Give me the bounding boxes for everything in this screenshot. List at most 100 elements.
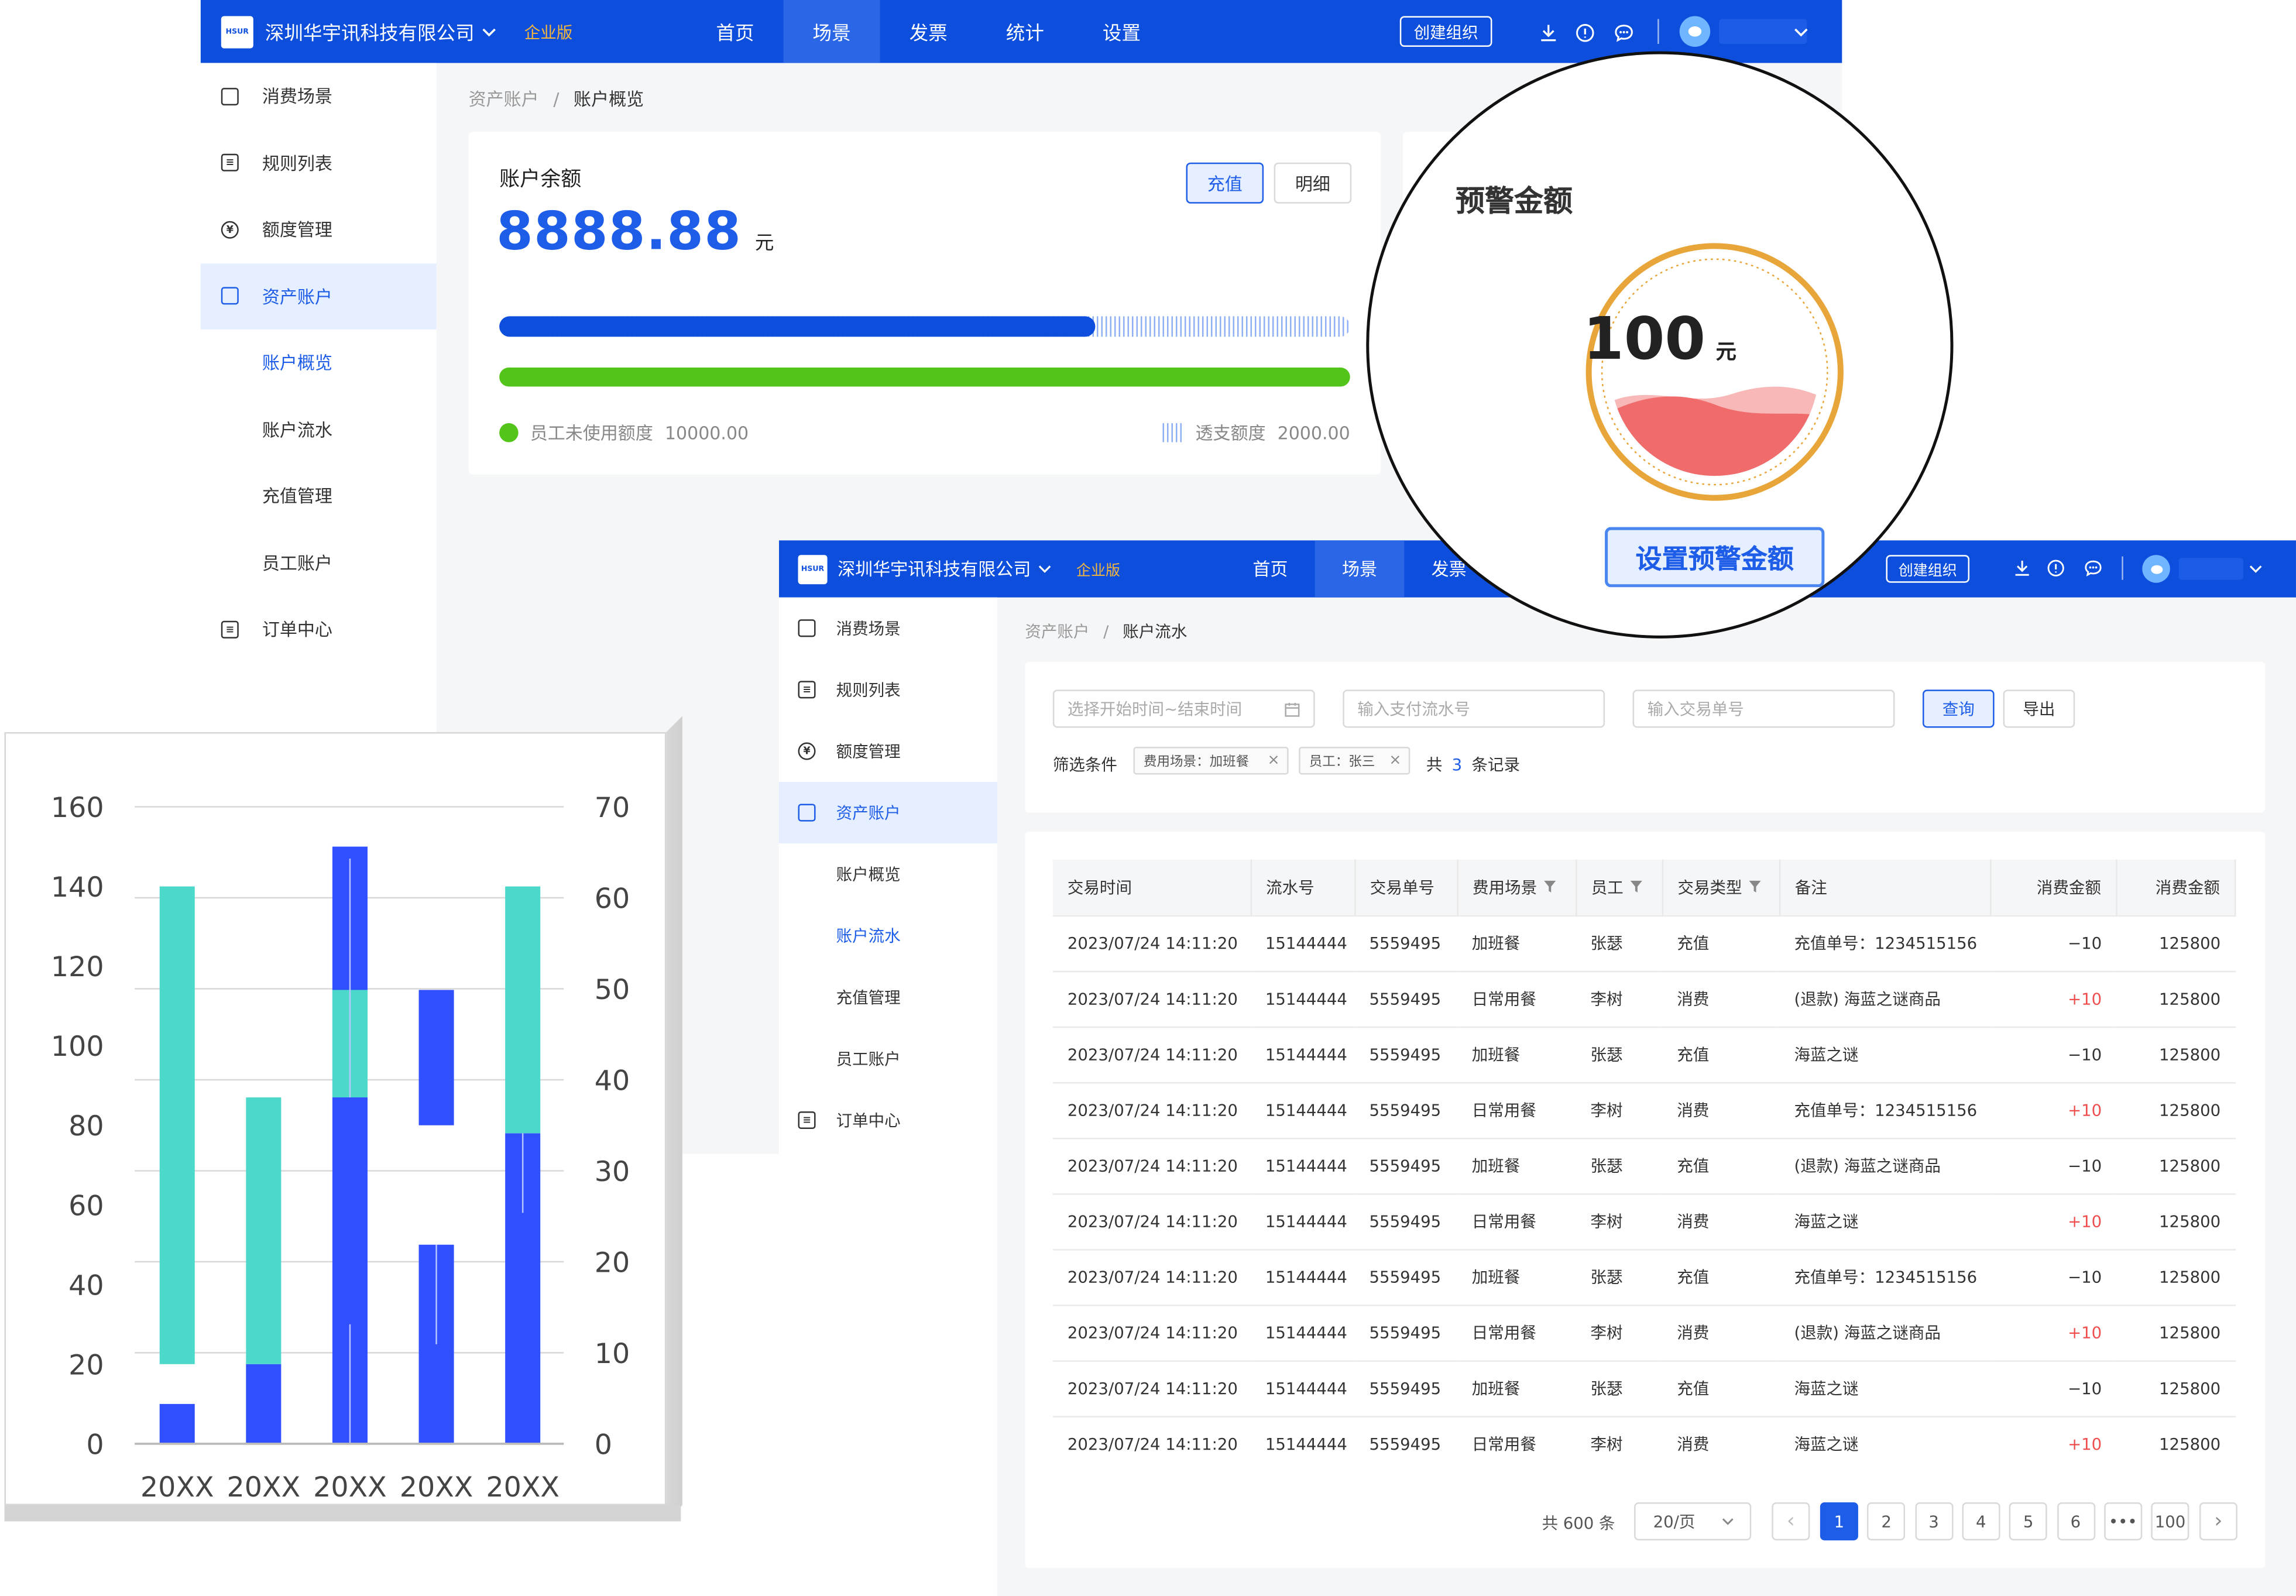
table-header-label: 交易单号 bbox=[1370, 878, 1434, 898]
sidebar-subitem[interactable]: 充值管理 bbox=[779, 966, 997, 1028]
sidebar-label: 订单中心 bbox=[262, 619, 332, 640]
sidebar-item[interactable]: ≡ 订单中心 bbox=[779, 1089, 997, 1151]
unused-quota-value: 10000.00 bbox=[664, 422, 749, 443]
create-org-button[interactable]: 创建组织 bbox=[1399, 16, 1492, 47]
list-icon: ≡ bbox=[221, 154, 239, 172]
company-switcher[interactable]: 深圳华宇讯科技有限公司 bbox=[838, 557, 1053, 582]
pay-serial-input[interactable]: 输入支付流水号 bbox=[1343, 689, 1605, 728]
message-icon[interactable] bbox=[2082, 558, 2103, 578]
table-header-cell: 交易类型 bbox=[1662, 859, 1780, 915]
message-icon[interactable] bbox=[1612, 20, 1636, 44]
sidebar-subitem[interactable]: 账户概览 bbox=[779, 843, 997, 905]
sidebar-subitem[interactable]: 员工账户 bbox=[779, 1028, 997, 1089]
page-number-button[interactable]: 4 bbox=[1962, 1502, 2000, 1540]
table-row[interactable]: 2023/07/24 14:11:20 15144444 5559495 日常用餐 李树… bbox=[1052, 1303, 2236, 1361]
nav-item[interactable]: 场景 bbox=[783, 0, 880, 63]
table-header-cell: 消费金额 bbox=[2116, 859, 2236, 915]
sidebar-subitem[interactable]: 账户流水 bbox=[779, 905, 997, 966]
table-row[interactable]: 2023/07/24 14:11:20 15144444 5559495 日常用餐 李树… bbox=[1052, 970, 2236, 1027]
table-cell: 海蓝之谜 bbox=[1779, 1360, 1990, 1416]
x-axis-tick-label: 20XX bbox=[227, 1471, 301, 1504]
sidebar-item[interactable]: ≡ 规则列表 bbox=[201, 129, 437, 196]
table-cell: 5559495 bbox=[1354, 1360, 1457, 1416]
filter-funnel-icon[interactable] bbox=[1748, 880, 1762, 893]
sidebar-subitem[interactable]: 充值管理 bbox=[201, 463, 437, 530]
download-icon[interactable] bbox=[2012, 558, 2033, 578]
breadcrumb-parent[interactable]: 资产账户 bbox=[1025, 622, 1089, 641]
balance-amount: 8888.88 bbox=[496, 202, 742, 262]
page-number-button[interactable]: 5 bbox=[2009, 1502, 2048, 1540]
table-row[interactable]: 2023/07/24 14:11:20 15144444 5559495 加班餐 张瑟充… bbox=[1052, 914, 2236, 971]
filter-funnel-icon[interactable] bbox=[1629, 880, 1643, 893]
export-button[interactable]: 导出 bbox=[2003, 689, 2075, 728]
page-number-button[interactable]: ••• bbox=[2103, 1502, 2142, 1540]
sidebar-item[interactable]: ¥ 额度管理 bbox=[201, 196, 437, 263]
detail-button[interactable]: 明细 bbox=[1274, 162, 1352, 204]
company-switcher[interactable]: 深圳华宇讯科技有限公司 bbox=[265, 18, 498, 46]
table-row[interactable]: 2023/07/24 14:11:20 15144444 5559495 日常用餐 李树… bbox=[1052, 1081, 2236, 1138]
create-org-button[interactable]: 创建组织 bbox=[1886, 555, 1970, 583]
sidebar-item[interactable]: 消费场景 bbox=[779, 598, 997, 659]
unused-quota-bar bbox=[499, 367, 1350, 387]
info-icon[interactable] bbox=[1573, 20, 1596, 44]
sidebar-item[interactable]: 消费场景 bbox=[201, 63, 437, 130]
sidebar-item[interactable]: 资产账户 bbox=[200, 263, 437, 330]
company-logo: HSUR bbox=[221, 15, 253, 48]
page-number-button[interactable]: 3 bbox=[1914, 1502, 1953, 1540]
close-icon[interactable]: × bbox=[1268, 753, 1280, 769]
table-cell: +10 bbox=[1990, 970, 2117, 1027]
table-cell: 充值 bbox=[1662, 1137, 1780, 1194]
nav-item[interactable]: 设置 bbox=[1073, 0, 1170, 63]
page-number-button[interactable]: 2 bbox=[1867, 1502, 1906, 1540]
table-cell: 2023/07/24 14:11:20 bbox=[1052, 1415, 1251, 1472]
recharge-button[interactable]: 充值 bbox=[1186, 162, 1264, 204]
sidebar-label: 额度管理 bbox=[262, 219, 332, 241]
download-icon[interactable] bbox=[1536, 20, 1559, 44]
page-number-button[interactable]: 1 bbox=[1820, 1502, 1858, 1540]
nav-item[interactable]: 首页 bbox=[687, 0, 783, 63]
breadcrumb-parent[interactable]: 资产账户 bbox=[469, 90, 539, 110]
next-page-button[interactable]: › bbox=[2199, 1502, 2237, 1540]
nav-item[interactable]: 首页 bbox=[1226, 540, 1315, 598]
sidebar-item[interactable]: ¥ 额度管理 bbox=[779, 720, 997, 782]
table-cell: +10 bbox=[1990, 1081, 2117, 1138]
sidebar-subitem[interactable]: 账户流水 bbox=[201, 396, 437, 463]
table-cell: −10 bbox=[1990, 1248, 2117, 1305]
avatar[interactable] bbox=[2142, 555, 2170, 583]
avatar[interactable] bbox=[1679, 16, 1711, 47]
table-row[interactable]: 2023/07/24 14:11:20 15144444 5559495 加班餐 张瑟充… bbox=[1052, 1248, 2236, 1305]
right-axis-tick-label: 60 bbox=[595, 883, 630, 915]
sidebar-item[interactable]: ≡ 订单中心 bbox=[201, 596, 437, 663]
order-number-input[interactable]: 输入交易单号 bbox=[1632, 689, 1895, 728]
info-icon[interactable] bbox=[2046, 558, 2066, 578]
date-range-input[interactable]: 选择开始时间~结束时间 bbox=[1052, 689, 1315, 728]
nav-item[interactable]: 发票 bbox=[880, 0, 977, 63]
table-cell: −10 bbox=[1990, 914, 2117, 971]
filter-funnel-icon[interactable] bbox=[1543, 880, 1556, 893]
right-axis-tick-label: 50 bbox=[595, 974, 630, 1006]
table-row[interactable]: 2023/07/24 14:11:20 15144444 5559495 加班餐 张瑟充… bbox=[1052, 1360, 2236, 1416]
page-number-button[interactable]: 100 bbox=[2151, 1502, 2189, 1540]
chevron-down-icon[interactable] bbox=[2247, 561, 2264, 577]
table-row[interactable]: 2023/07/24 14:11:20 15144444 5559495 日常用餐 李树… bbox=[1052, 1192, 2236, 1250]
nav-item[interactable]: 场景 bbox=[1315, 540, 1405, 598]
sidebar-item[interactable]: 资产账户 bbox=[779, 782, 997, 844]
prev-page-button[interactable]: ‹ bbox=[1772, 1502, 1810, 1540]
chevron-down-icon[interactable] bbox=[1792, 23, 1810, 41]
page-number-button[interactable]: 6 bbox=[2056, 1502, 2095, 1540]
sidebar-subitem[interactable]: 员工账户 bbox=[201, 529, 437, 596]
sidebar-subitem[interactable]: 账户概览 bbox=[201, 330, 437, 396]
sidebar-label: 消费场景 bbox=[836, 619, 901, 639]
page-size-select[interactable]: 20/页 bbox=[1634, 1502, 1752, 1540]
sidebar-item[interactable]: ≡ 规则列表 bbox=[779, 659, 997, 720]
nav-item[interactable]: 统计 bbox=[977, 0, 1073, 63]
striped-swatch-icon bbox=[1163, 423, 1184, 442]
table-row[interactable]: 2023/07/24 14:11:20 15144444 5559495 日常用餐 李树… bbox=[1052, 1415, 2236, 1472]
set-alert-button[interactable]: 设置预警金额 bbox=[1605, 527, 1825, 588]
table-row[interactable]: 2023/07/24 14:11:20 15144444 5559495 加班餐 张瑟充… bbox=[1052, 1025, 2236, 1082]
table-cell: (退款) 海蓝之谜商品 bbox=[1779, 1303, 1990, 1361]
table-cell: 日常用餐 bbox=[1457, 1081, 1576, 1138]
table-row[interactable]: 2023/07/24 14:11:20 15144444 5559495 加班餐 张瑟充… bbox=[1052, 1137, 2236, 1194]
close-icon[interactable]: × bbox=[1389, 753, 1401, 769]
query-button[interactable]: 查询 bbox=[1922, 689, 1995, 728]
